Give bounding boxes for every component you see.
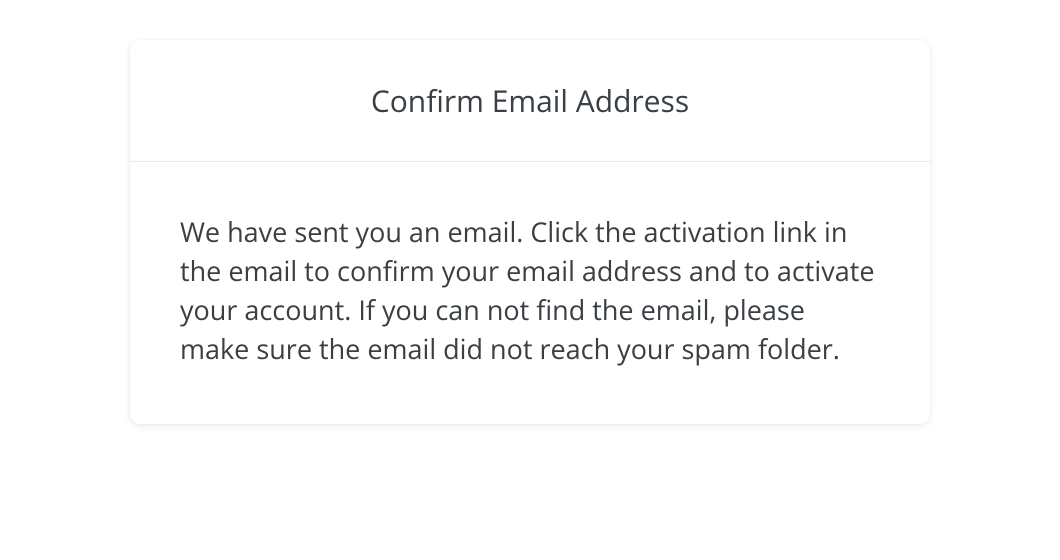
card-body: We have sent you an email. Click the act… — [130, 162, 930, 424]
card-message: We have sent you an email. Click the act… — [180, 212, 880, 369]
card-header: Confirm Email Address — [130, 40, 930, 162]
confirm-email-card: Confirm Email Address We have sent you a… — [130, 40, 930, 424]
card-title: Confirm Email Address — [180, 80, 880, 121]
